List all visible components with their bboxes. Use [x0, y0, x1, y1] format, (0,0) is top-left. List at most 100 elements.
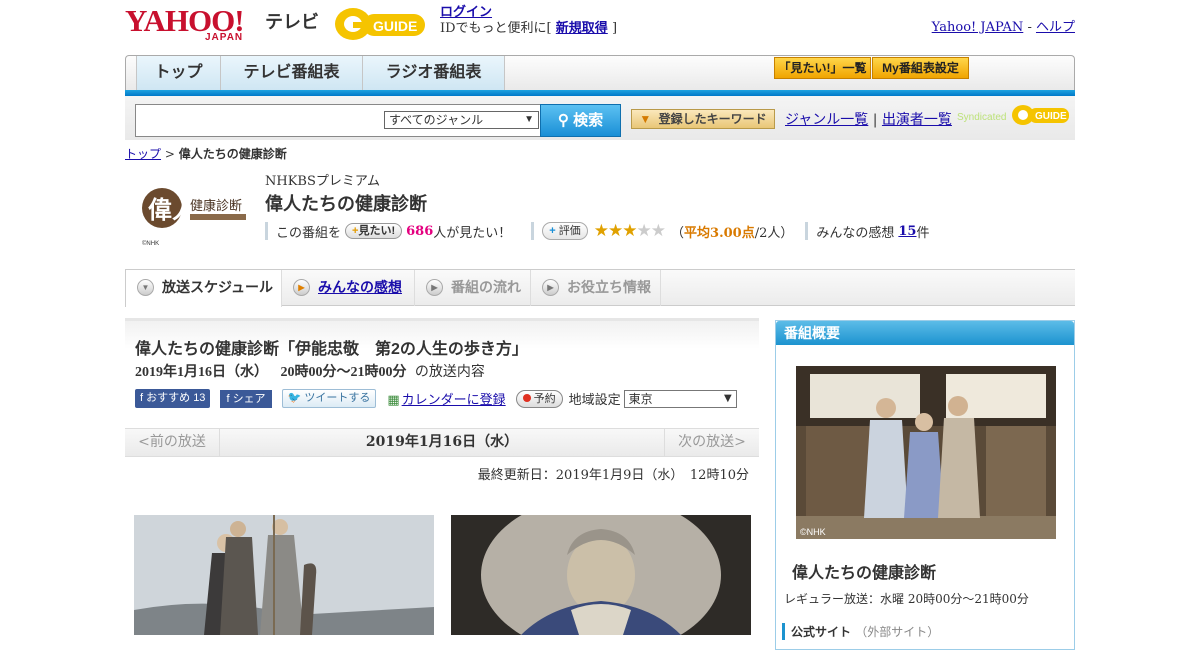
record-icon — [522, 393, 531, 402]
breadcrumb: トップ > 偉人たちの健康診断 — [125, 145, 287, 162]
rating-open: （ — [671, 225, 685, 241]
calendar-link[interactable]: カレンダーに登録 — [402, 393, 506, 408]
facebook-share-label: シェア — [232, 392, 266, 405]
sidebar-header: 番組概要 — [776, 321, 1074, 345]
syndicated-gguide-logo: Syndicated GUIDE — [957, 105, 1069, 125]
keyword-button-label: 登録したキーワード — [658, 112, 767, 126]
cast-photo-credit: ©NHK — [800, 527, 826, 537]
tab-top[interactable]: トップ — [136, 56, 221, 90]
next-broadcast: 次の放送> — [664, 429, 759, 456]
login-suffix: ] — [611, 21, 618, 36]
logo-sub: JAPAN — [205, 32, 244, 43]
tab-comments[interactable]: ▶ みんなの感想 — [282, 270, 415, 306]
star-icon: ★ — [622, 221, 637, 241]
facebook-share-button[interactable]: f シェア — [220, 389, 272, 408]
rating-button[interactable]: + 評価 — [542, 222, 588, 240]
star-icon: ★ — [650, 221, 666, 241]
current-broadcast-date: 2019年1月16日（水） — [365, 434, 519, 450]
episode-box: 偉人たちの健康診断「伊能忠敬 第2の人生の歩き方」 2019年1月16日（水） … — [125, 318, 759, 414]
header-links: Yahoo! JAPAN - ヘルプ — [932, 16, 1075, 35]
official-site-label: 公式サイト — [791, 625, 852, 639]
program-logo-copyright: ©NHK — [142, 240, 159, 247]
yahoo-japan-link[interactable]: Yahoo! JAPAN — [932, 20, 1024, 35]
genre-select-value: すべてのジャンル — [389, 113, 484, 127]
tv-label: テレビ — [265, 12, 319, 32]
search-bar: すべてのジャンル ▼ ⚲ 検索 ▼ 登録したキーワード ジャンル一覧 | 出演者… — [125, 96, 1075, 140]
reserve-label: 予約 — [533, 392, 556, 405]
genre-list-link[interactable]: ジャンル一覧 — [785, 112, 868, 128]
chevron-right-icon: ▶ — [293, 279, 310, 296]
my-settings-button[interactable]: My番組表設定 — [872, 57, 969, 79]
reserve-button[interactable]: 予約 — [515, 389, 563, 408]
social-actions: f おすすめ 13 f シェア 🐦 ツイートする ▦ カレンダーに登録 予約 地… — [135, 389, 737, 408]
episode-date: 2019年1月16日（水） — [135, 365, 268, 380]
yahoo-japan-logo[interactable]: YAHOO! JAPAN — [125, 5, 261, 43]
tab-flow: ▶ 番組の流れ — [415, 270, 531, 306]
broadcast-nav: <前の放送 2019年1月16日（水） 次の放送> — [125, 428, 759, 457]
tab-tv-schedule[interactable]: テレビ番組表 — [221, 56, 363, 90]
program-logo-title: 偉人 — [148, 195, 196, 224]
search-icon: ⚲ — [557, 112, 569, 129]
triangle-down-icon: ▼ — [639, 112, 652, 126]
star-icon: ★ — [608, 221, 623, 241]
program-logo-thumbnail: 偉人 健康診断 ©NHK — [140, 172, 250, 248]
calendar-icon: ▦ — [387, 393, 400, 408]
tweet-label: ツイートする — [304, 392, 371, 404]
search-links: ジャンル一覧 | 出演者一覧 — [785, 109, 952, 129]
tab-flow-label: 番組の流れ — [451, 279, 521, 295]
breadcrumb-top[interactable]: トップ — [125, 147, 161, 161]
syndicated-label: Syndicated — [957, 112, 1006, 123]
program-title: 偉人たちの健康診断 — [265, 194, 427, 214]
episode-datetime: 2019年1月16日（水） 20時00分～21時00分 の放送内容 — [135, 361, 485, 381]
syndicated-gguide-label: GUIDE — [1035, 111, 1067, 122]
search-button[interactable]: ⚲ 検索 — [540, 104, 621, 137]
tab-comments-label[interactable]: みんなの感想 — [318, 279, 402, 295]
want-suffix: 人が見たい！ — [433, 225, 512, 241]
episode-photo-travelers — [134, 515, 434, 635]
facebook-recommend-label: おすすめ — [146, 392, 191, 404]
rating-average: 平均3.00点 — [684, 225, 755, 241]
mitai-list-button[interactable]: 「見たい!」一覧 — [774, 57, 871, 79]
help-link[interactable]: ヘルプ — [1036, 20, 1075, 35]
program-subtabs: ▼ 放送スケジュール ▶ みんなの感想 ▶ 番組の流れ ▶ お役立ち情報 — [125, 269, 1075, 307]
rating-people: /2人） — [754, 225, 794, 241]
comments-count-link[interactable]: 15 — [898, 224, 916, 239]
want-button-label: 見たい! — [358, 225, 396, 237]
chevron-down-icon: ▼ — [723, 392, 732, 404]
twitter-icon: 🐦 — [287, 392, 302, 404]
region-select[interactable]: 東京 ▼ — [623, 389, 737, 408]
chevron-down-icon: ▼ — [524, 114, 534, 125]
episode-suffix: の放送内容 — [414, 364, 485, 380]
facebook-recommend-button[interactable]: f おすすめ 13 — [135, 389, 211, 408]
gguide-logo[interactable]: GUIDE — [333, 6, 433, 42]
tweet-button[interactable]: 🐦 ツイートする — [281, 389, 377, 408]
program-logo-sub: 健康診断 — [190, 198, 242, 214]
calendar-register[interactable]: ▦ カレンダーに登録 — [387, 389, 505, 408]
tab-schedule[interactable]: ▼ 放送スケジュール — [125, 270, 282, 307]
episode-time: 20時00分～21時00分 — [280, 365, 407, 380]
keyword-button[interactable]: ▼ 登録したキーワード — [631, 109, 775, 129]
rating-button-label: 評価 — [558, 225, 581, 237]
stats-divider — [531, 222, 535, 240]
breadcrumb-current: 偉人たちの健康診断 — [178, 147, 287, 161]
want-button[interactable]: +見たい! — [345, 223, 403, 239]
stats-divider — [805, 222, 809, 240]
performer-list-link[interactable]: 出演者一覧 — [882, 112, 952, 128]
last-updated: 最終更新日：2019年1月9日（水） 12時10分 — [477, 468, 749, 483]
search-links-divider: | — [872, 112, 878, 128]
breadcrumb-separator: > — [164, 147, 175, 161]
tab-radio-schedule[interactable]: ラジオ番組表 — [363, 56, 505, 90]
region-label: 地域設定 — [568, 393, 621, 408]
tab-info: ▶ お役立ち情報 — [531, 270, 661, 306]
want-count: 686 — [406, 223, 434, 239]
comments-unit: 件 — [916, 225, 930, 241]
genre-select[interactable]: すべてのジャンル ▼ — [384, 111, 539, 129]
facebook-icon: f — [226, 392, 230, 405]
stats-divider — [265, 222, 268, 240]
login-link[interactable]: ログイン — [440, 5, 492, 20]
register-link[interactable]: 新規取得 — [556, 21, 608, 36]
star-icon: ★ — [636, 221, 652, 241]
comments-label: みんなの感想 — [816, 225, 895, 241]
prev-broadcast: <前の放送 — [125, 429, 220, 456]
tab-schedule-label: 放送スケジュール — [162, 279, 274, 295]
